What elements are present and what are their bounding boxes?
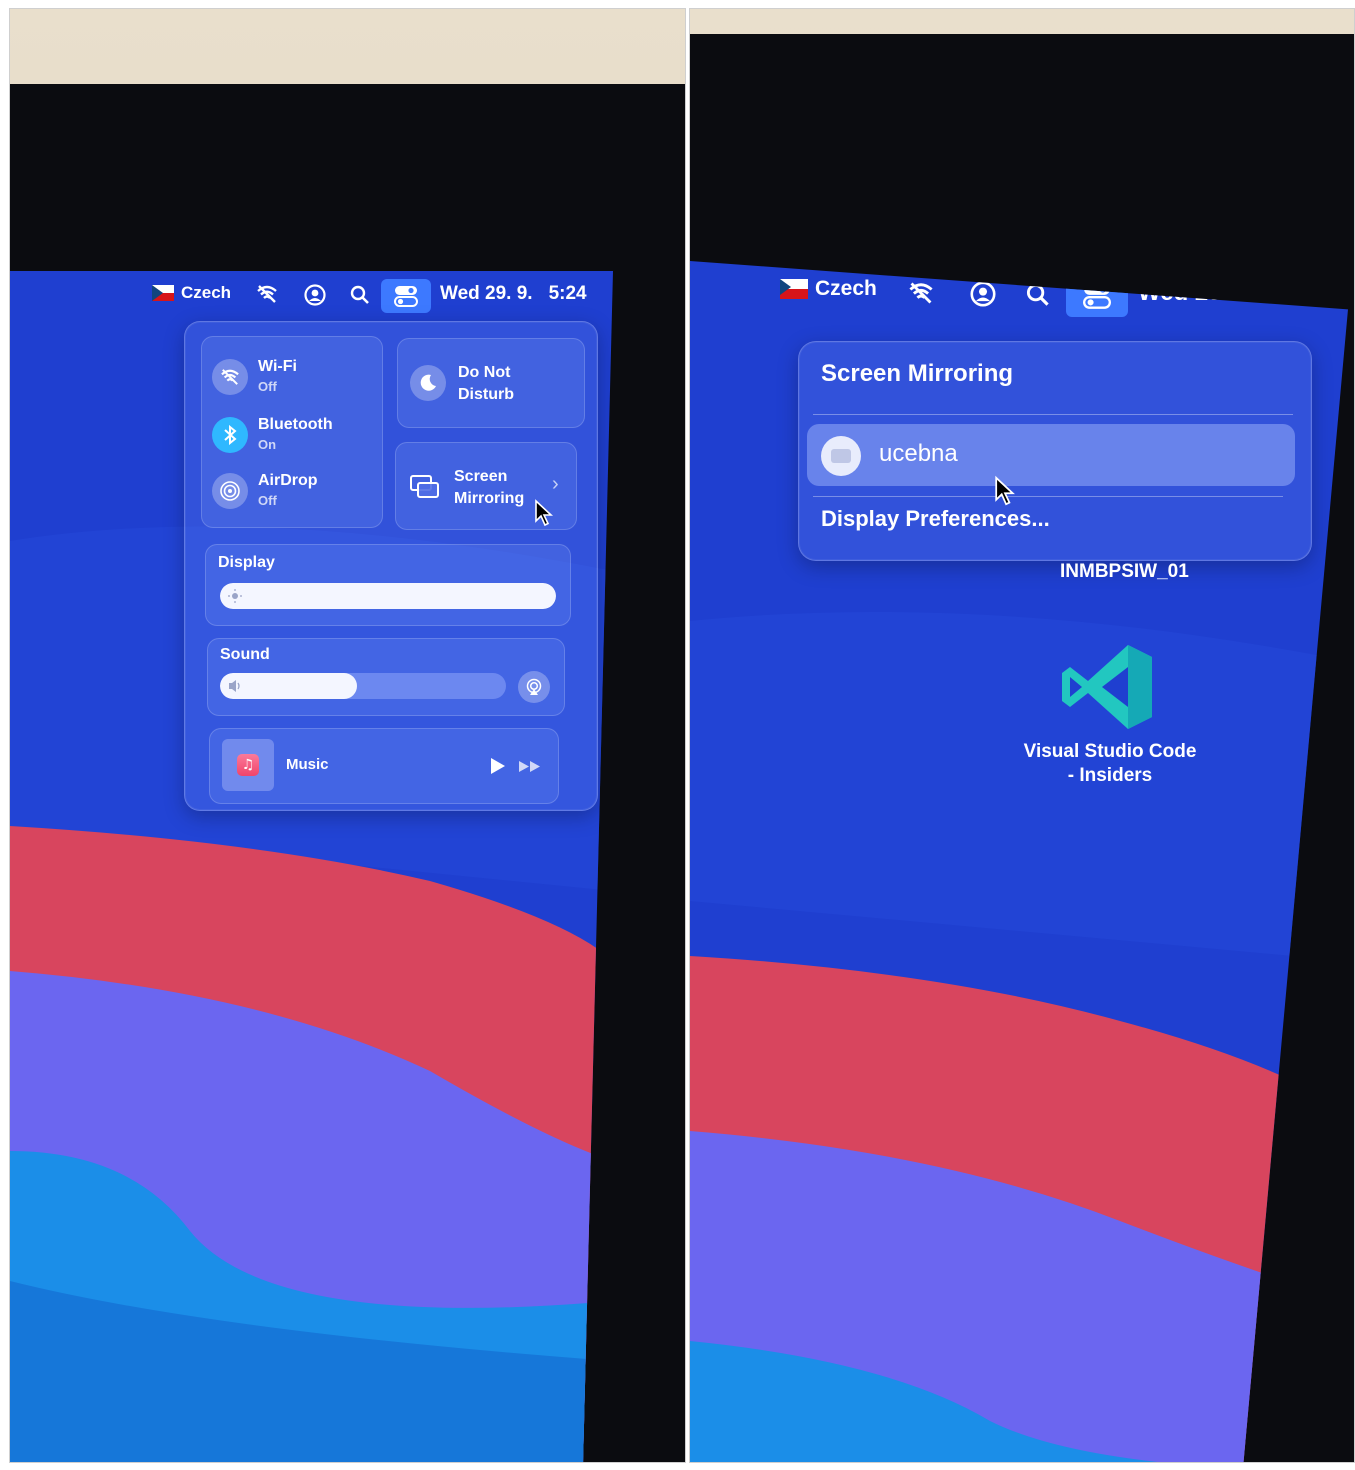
spotlight-search-icon[interactable] <box>350 285 370 305</box>
input-source-label: Czech <box>815 277 877 300</box>
airdrop-label: AirDrop <box>258 472 318 489</box>
user-account-icon[interactable] <box>304 284 326 306</box>
sound-tile: Sound <box>207 638 565 716</box>
screen: Czech Wed 29. 9. 5:24 Screen Mirroring <box>690 261 1348 1462</box>
time-label: 5:24 <box>548 283 587 304</box>
display-brightness-slider[interactable] <box>220 583 556 609</box>
wifi-icon <box>221 369 239 385</box>
wifi-status: Off <box>258 379 277 394</box>
album-art: ♫ <box>222 739 274 791</box>
sound-label: Sound <box>220 646 270 663</box>
mirroring-label-line1: Screen <box>454 468 508 485</box>
display-preferences-item[interactable]: Display Preferences... <box>821 506 1050 532</box>
speaker-icon <box>229 680 240 692</box>
do-not-disturb-tile[interactable]: Do Not Disturb <box>397 338 585 428</box>
vscode-insiders-desktop-icon[interactable]: Visual Studio Code - Insiders <box>990 641 1230 801</box>
left-photo: Czech Wed 29. 9. 5:24 Wi-Fi Off Bluetoot… <box>9 8 686 1463</box>
czech-flag-icon <box>780 279 808 299</box>
clock[interactable]: Wed 29. 9. 5:24 <box>440 283 587 305</box>
date-label: Wed 29. 9. <box>440 283 533 304</box>
bluetooth-toggle[interactable] <box>212 417 248 453</box>
vscode-label-line2: - Insiders <box>1067 765 1153 786</box>
input-source-menu[interactable]: Czech <box>780 277 877 301</box>
airplay-audio-button[interactable] <box>518 671 550 703</box>
airdrop-toggle[interactable] <box>212 473 248 509</box>
mouse-cursor-icon <box>995 475 1015 506</box>
screen: Czech Wed 29. 9. 5:24 Wi-Fi Off Bluetoot… <box>10 271 613 1462</box>
czech-flag-icon <box>152 285 174 301</box>
control-center-icon[interactable] <box>381 279 431 313</box>
airdrop-status: Off <box>258 493 277 508</box>
play-icon[interactable] <box>490 757 506 775</box>
menu-divider <box>813 414 1293 415</box>
vscode-label-line1: Visual Studio Code <box>1023 741 1197 762</box>
input-source-label: Czech <box>181 283 232 302</box>
fast-forward-icon[interactable] <box>518 760 542 773</box>
display-label: Display <box>218 554 275 571</box>
control-center-panel: Wi-Fi Off Bluetooth On AirDrop Off Do No… <box>184 321 598 811</box>
wifi-label: Wi-Fi <box>258 358 297 375</box>
right-photo: Czech Wed 29. 9. 5:24 Screen Mirroring <box>689 8 1355 1463</box>
display-tile: Display <box>205 544 571 626</box>
apple-tv-icon <box>821 436 861 476</box>
dnd-label-line1: Do Not <box>458 364 511 381</box>
menu-bar: Czech Wed 29. 9. 5:24 <box>10 271 613 317</box>
screen-mirroring-icon <box>410 475 439 498</box>
bluetooth-status: On <box>258 437 277 452</box>
chevron-right-icon[interactable]: › <box>552 473 559 496</box>
user-account-icon[interactable] <box>970 281 996 307</box>
volume-slider[interactable] <box>220 673 506 699</box>
wifi-off-icon[interactable] <box>256 284 278 304</box>
mouse-cursor-icon <box>535 499 554 527</box>
music-app-icon: ♫ <box>237 754 259 776</box>
bluetooth-label: Bluetooth <box>258 416 333 433</box>
device-row-ucebna[interactable]: ucebna <box>807 424 1295 486</box>
screen-mirroring-menu: Screen Mirroring ucebna Display Preferen… <box>798 341 1312 561</box>
menu-divider <box>813 496 1283 497</box>
vscode-insiders-icon <box>1062 645 1152 729</box>
display-slider-fill <box>220 583 556 609</box>
mirroring-label-line2: Mirroring <box>454 490 525 507</box>
wifi-toggle[interactable] <box>212 359 248 395</box>
now-playing-app: Music <box>286 756 329 773</box>
sun-icon <box>228 589 242 603</box>
airplay-icon <box>526 678 542 695</box>
hard-drive-label[interactable]: INMBPSIW_01 <box>1060 561 1189 583</box>
device-name: ucebna <box>879 440 958 467</box>
wifi-off-icon[interactable] <box>908 281 934 305</box>
bluetooth-icon <box>224 425 237 445</box>
airdrop-icon <box>220 481 240 501</box>
screen-mirroring-title: Screen Mirroring <box>821 360 1014 387</box>
moon-icon <box>410 365 446 401</box>
connectivity-tile: Wi-Fi Off Bluetooth On AirDrop Off <box>201 336 383 528</box>
dnd-label-line2: Disturb <box>458 386 514 403</box>
now-playing-tile[interactable]: ♫ Music <box>209 728 559 804</box>
input-source-menu[interactable]: Czech <box>152 283 231 303</box>
